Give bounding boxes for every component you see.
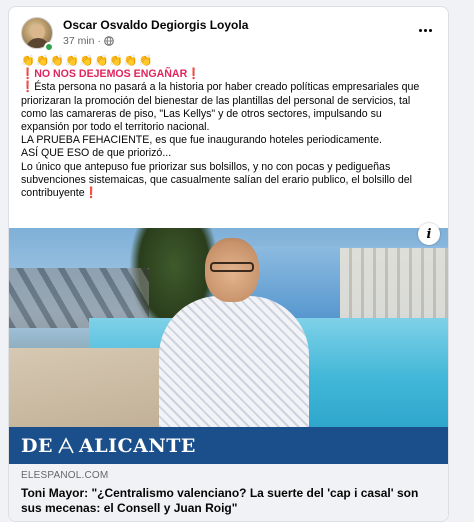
post-line: contribuyente❗ <box>21 187 98 200</box>
meta-separator: · <box>97 35 102 47</box>
post-time[interactable]: 37 min <box>63 35 95 47</box>
person-glasses <box>210 262 254 272</box>
post-header: Oscar Osvaldo Degiorgis Loyola 37 min · <box>21 17 436 52</box>
author-name[interactable]: Oscar Osvaldo Degiorgis Loyola <box>63 18 248 32</box>
post-line: ❗Ésta persona no pasará a la historia po… <box>21 81 420 94</box>
link-image[interactable]: DE ALICANTE <box>9 228 448 464</box>
post-line: expansión por todo el territorio naciona… <box>21 121 210 134</box>
post-line: Lo único que antepuso fue priorizar sus … <box>21 160 391 173</box>
link-domain: ELESPANOL.COM <box>21 470 109 481</box>
banner-text-right: ALICANTE <box>78 434 196 457</box>
post-line: subvenciones sistemaicas, que casualment… <box>21 173 413 186</box>
link-preview[interactable]: ELESPANOL.COM Toni Mayor: "¿Centralismo … <box>9 464 448 521</box>
globe-icon <box>104 36 114 46</box>
post-meta: 37 min · <box>63 35 114 47</box>
post-line: priorizaran la promoción del bienestar d… <box>21 94 411 107</box>
info-icon[interactable]: i <box>418 223 440 245</box>
link-headline[interactable]: Toni Mayor: "¿Centralismo valenciano? La… <box>21 486 438 515</box>
post-body: 👏👏👏👏👏👏👏👏👏 ❗NO NOS DEJEMOS ENGAÑAR❗ ❗Ésta… <box>21 55 441 200</box>
publication-banner: DE ALICANTE <box>9 427 448 464</box>
lighthouse-logo-icon <box>58 436 74 453</box>
post-card: Oscar Osvaldo Degiorgis Loyola 37 min · … <box>8 6 449 522</box>
post-line: ❗NO NOS DEJEMOS ENGAÑAR❗ <box>21 68 201 81</box>
post-line: 👏👏👏👏👏👏👏👏👏 <box>21 55 154 67</box>
online-status-dot <box>44 42 54 52</box>
post-line: como las camareras de piso, "Las Kellys"… <box>21 107 382 120</box>
post-line: ASÍ QUE ESO de que priorizó... <box>21 147 172 160</box>
ellipsis-icon[interactable] <box>414 23 436 37</box>
banner-text-left: DE <box>21 434 53 457</box>
post-line: LA PRUEBA FEHACIENTE, es que fue inaugur… <box>21 134 382 147</box>
